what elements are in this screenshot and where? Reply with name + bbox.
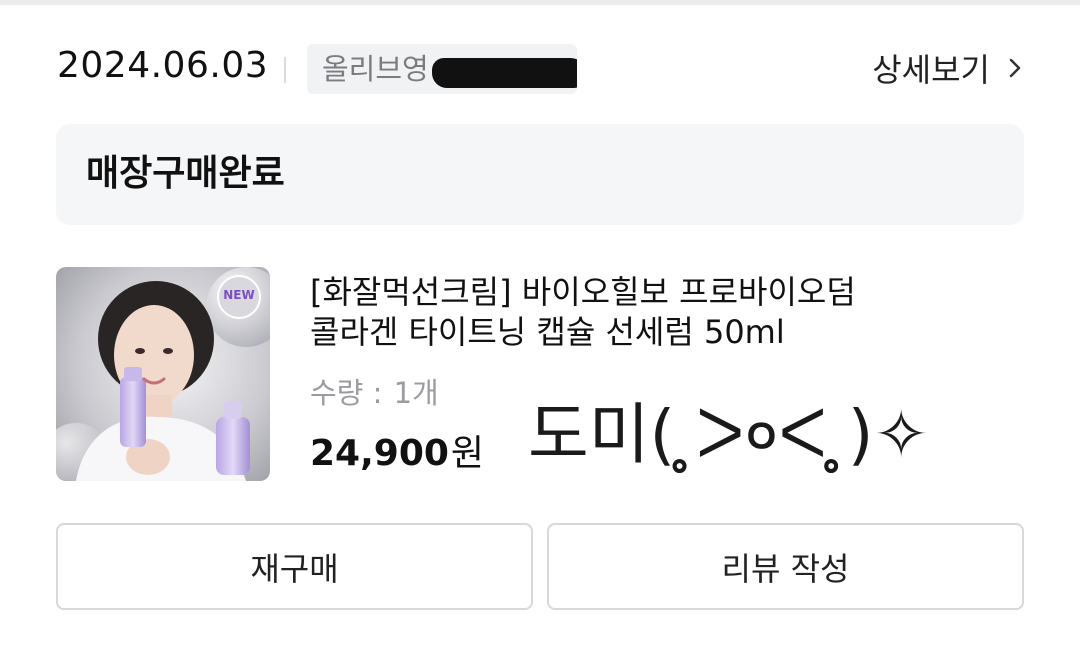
store-chip: 올리브영 — [307, 44, 577, 94]
product-thumbnail[interactable]: NEW — [56, 267, 270, 481]
product-name-line-2: 콜라겐 타이트닝 캡슐 선세럼 50ml — [310, 313, 785, 351]
quantity-value: 1개 — [393, 376, 439, 410]
product-name-line-1: [화잘먹선크림] 바이오힐보 프로바이오덤 — [310, 273, 856, 311]
header-separator — [284, 57, 286, 83]
quantity-label: 수량 : — [310, 376, 392, 410]
product-name[interactable]: [화잘먹선크림] 바이오힐보 프로바이오덤 콜라겐 타이트닝 캡슐 선세럼 50… — [310, 272, 950, 352]
overlay-caption: 도미( ̥̥ᐳ०ᐸ ̥̥)✧ — [528, 396, 929, 473]
rebuy-label: 재구매 — [250, 549, 339, 588]
store-name: 올리브영 — [322, 52, 429, 86]
order-status-text: 매장구매완료 — [86, 153, 285, 194]
write-review-button[interactable]: 리뷰 작성 — [547, 523, 1024, 610]
new-badge: NEW — [223, 288, 255, 302]
price-currency: 원 — [450, 433, 485, 474]
rebuy-button[interactable]: 재구매 — [56, 523, 533, 610]
price: 24,900원 — [310, 432, 484, 476]
view-details-link[interactable]: 상세보기 — [872, 46, 1026, 90]
price-amount: 24,900 — [310, 433, 449, 474]
order-status-card: 매장구매완료 — [56, 124, 1024, 225]
redaction-mark — [432, 58, 577, 88]
chevron-right-icon — [1009, 58, 1021, 78]
write-review-label: 리뷰 작성 — [721, 549, 850, 588]
top-divider-bar — [0, 0, 1080, 5]
order-date: 2024.06.03 — [57, 45, 269, 86]
quantity: 수량 : 1개 — [310, 374, 439, 412]
view-details-label: 상세보기 — [872, 51, 990, 89]
